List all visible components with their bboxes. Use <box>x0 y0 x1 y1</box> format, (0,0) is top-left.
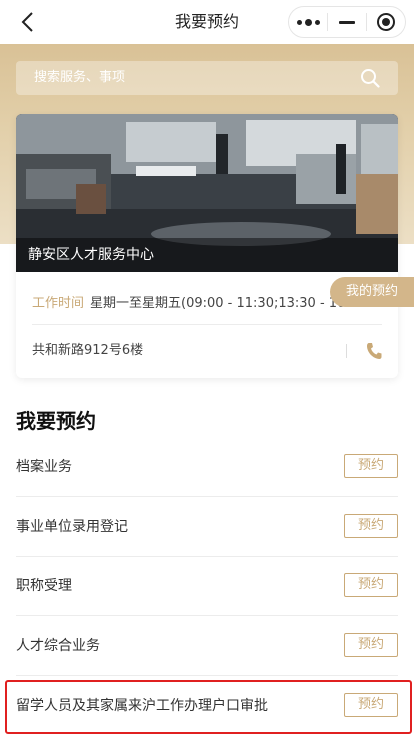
hours-label: 工作时间 <box>32 296 85 311</box>
item-label: 职称受理 <box>16 578 72 594</box>
list-item[interactable]: 事业单位录用登记 预约 <box>16 497 398 557</box>
phone-icon[interactable] <box>366 342 382 360</box>
minimize-button[interactable] <box>328 7 366 37</box>
center-address: 共和新路912号6楼 <box>32 343 144 358</box>
nav-bar: 我要预约 <box>0 0 414 44</box>
card-divider <box>32 324 382 325</box>
more-button[interactable] <box>289 7 327 37</box>
book-button[interactable]: 预约 <box>344 514 398 538</box>
search-placeholder: 搜索服务、事项 <box>34 70 126 85</box>
more-dots-icon <box>296 18 320 26</box>
list-item[interactable]: 职称受理 预约 <box>16 556 398 616</box>
section-title: 我要预约 <box>16 409 96 433</box>
target-close-icon <box>377 13 395 31</box>
list-item[interactable]: 留学人员及其家属来沪工作办理户口审批 预约 <box>16 676 398 736</box>
address-separator <box>346 344 347 358</box>
item-label: 留学人员及其家属来沪工作办理户口审批 <box>16 698 268 714</box>
search-icon[interactable] <box>360 68 380 88</box>
search-input[interactable]: 搜索服务、事项 <box>16 61 398 95</box>
list-item[interactable]: 档案业务 预约 <box>16 437 398 497</box>
item-label: 事业单位录用登记 <box>16 519 128 535</box>
center-name: 静安区人才服务中心 <box>16 238 398 272</box>
item-label: 人才综合业务 <box>16 638 100 654</box>
item-label: 档案业务 <box>16 459 72 475</box>
book-button[interactable]: 预约 <box>344 573 398 597</box>
list-item[interactable]: 人才综合业务 预约 <box>16 616 398 676</box>
my-booking-button[interactable]: 我的预约 <box>330 277 414 307</box>
book-button[interactable]: 预约 <box>344 633 398 657</box>
service-center-card[interactable]: 静安区人才服务中心 工作时间 星期一至星期五(09:00 - 11:30;13:3… <box>16 114 398 378</box>
service-hall-photo: 静安区人才服务中心 <box>16 114 398 272</box>
book-button[interactable]: 预约 <box>344 693 398 717</box>
minimize-icon <box>339 20 355 24</box>
close-button[interactable] <box>367 7 405 37</box>
book-button[interactable]: 预约 <box>344 454 398 478</box>
hours-value: 星期一至星期五(09:00 - 11:30;13:30 - 16... <box>90 296 358 311</box>
mini-program-capsule <box>288 6 406 38</box>
